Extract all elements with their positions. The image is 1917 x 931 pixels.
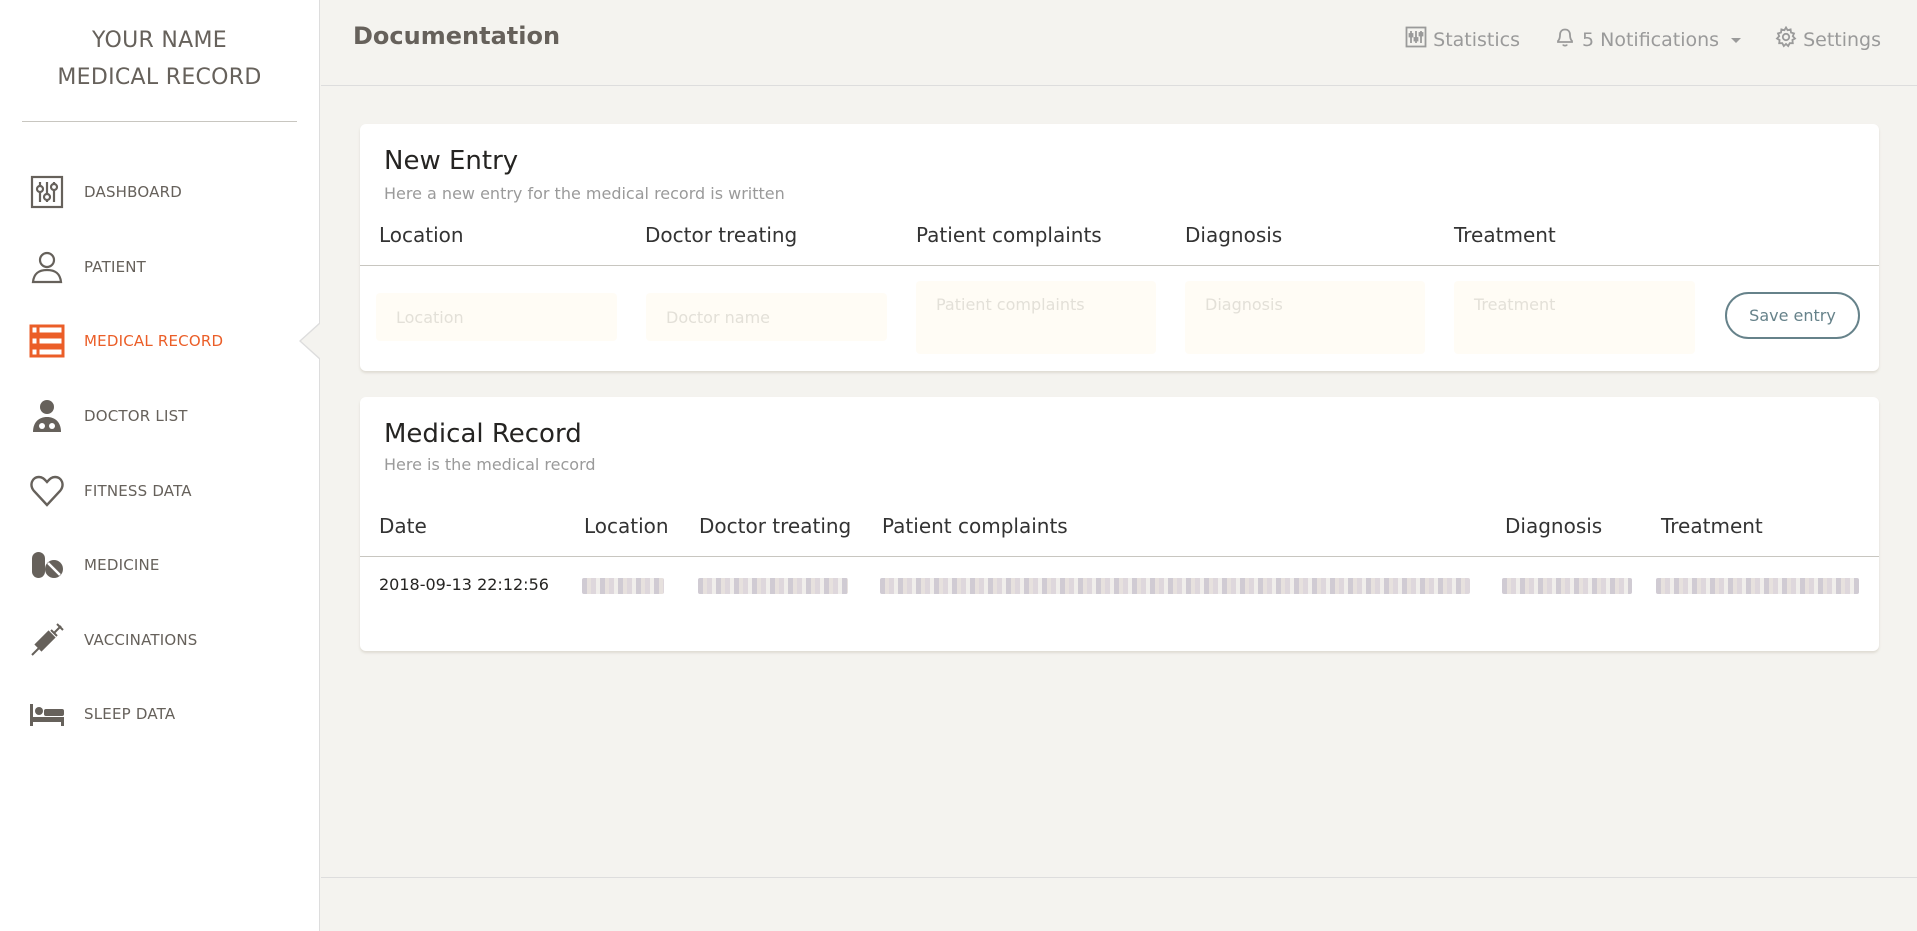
notifications-label: 5 Notifications xyxy=(1582,28,1720,51)
location-input[interactable] xyxy=(376,293,617,341)
chevron-down-icon xyxy=(1731,38,1742,43)
save-entry-button[interactable]: Save entry xyxy=(1725,292,1860,339)
column-header-treatment: Treatment xyxy=(1661,514,1763,538)
medical-record-card: Medical Record Here is the medical recor… xyxy=(360,397,1879,651)
user-icon xyxy=(28,248,66,286)
divider xyxy=(360,556,1879,557)
diagnosis-textarea[interactable] xyxy=(1185,281,1425,354)
column-header-complaints: Patient complaints xyxy=(916,223,1102,247)
list-icon xyxy=(28,322,66,360)
column-header-doctor: Doctor treating xyxy=(645,223,798,247)
divider xyxy=(360,265,1879,266)
sidebar-item-medicine[interactable]: MEDICINE xyxy=(0,528,320,603)
column-header-location: Location xyxy=(584,514,669,538)
sidebar-item-fitness-data[interactable]: FITNESS DATA xyxy=(0,453,320,528)
sidebar-item-label: DASHBOARD xyxy=(84,183,182,202)
new-entry-subtitle: Here a new entry for the medical record … xyxy=(384,184,785,203)
sidebar-item-label: SLEEP DATA xyxy=(84,705,176,724)
syringe-icon xyxy=(28,621,66,659)
page-title[interactable]: Documentation xyxy=(353,22,560,50)
sidebar-item-label: MEDICINE xyxy=(84,556,160,575)
settings-label: Settings xyxy=(1803,28,1881,51)
patient-complaints-textarea[interactable] xyxy=(916,281,1156,354)
sidebar-nav: DASHBOARD PATIENT MEDICAL RECORD DOCTOR … xyxy=(0,155,321,752)
column-header-date: Date xyxy=(379,514,427,538)
statistics-link[interactable]: Statistics xyxy=(1405,26,1520,53)
new-entry-card: New Entry Here a new entry for the medic… xyxy=(360,124,1879,371)
heart-icon xyxy=(28,472,66,510)
column-header-doctor: Doctor treating xyxy=(699,514,852,538)
statistics-icon xyxy=(1405,26,1427,53)
sidebar-item-doctor-list[interactable]: DOCTOR LIST xyxy=(0,379,320,454)
sidebar-item-label: MEDICAL RECORD xyxy=(84,332,224,351)
sidebar-item-dashboard[interactable]: DASHBOARD xyxy=(0,155,320,230)
top-navbar: Documentation Statistics 5 Notifications… xyxy=(321,0,1917,86)
bed-icon xyxy=(28,695,66,733)
column-header-complaints: Patient complaints xyxy=(882,514,1068,538)
redacted-location xyxy=(582,578,664,594)
sidebar: YOUR NAME MEDICAL RECORD DASHBOARD PATIE… xyxy=(0,0,321,931)
medical-record-title: Medical Record xyxy=(384,419,582,449)
sidebar-logo[interactable]: YOUR NAME MEDICAL RECORD xyxy=(22,0,297,122)
footer-divider xyxy=(321,877,1917,878)
bell-icon xyxy=(1554,26,1576,53)
cell-date: 2018-09-13 22:12:56 xyxy=(379,575,549,594)
logo-line-1: YOUR NAME xyxy=(91,28,228,53)
settings-link[interactable]: Settings xyxy=(1775,25,1881,53)
medical-record-subtitle: Here is the medical record xyxy=(384,455,596,474)
redacted-diagnosis xyxy=(1502,578,1632,594)
redacted-treatment xyxy=(1656,578,1859,594)
sidebar-item-patient[interactable]: PATIENT xyxy=(0,230,320,305)
sidebar-item-vaccinations[interactable]: VACCINATIONS xyxy=(0,603,320,678)
redacted-doctor xyxy=(698,578,848,594)
sidebar-item-label: DOCTOR LIST xyxy=(84,407,188,426)
new-entry-title: New Entry xyxy=(384,146,519,176)
column-header-diagnosis: Diagnosis xyxy=(1505,514,1603,538)
statistics-label: Statistics xyxy=(1433,28,1521,51)
sliders-icon xyxy=(28,173,66,211)
logo-line-2: MEDICAL RECORD xyxy=(57,65,262,90)
column-header-diagnosis: Diagnosis xyxy=(1185,223,1283,247)
redacted-complaints xyxy=(880,578,1470,594)
column-header-location: Location xyxy=(379,223,464,247)
sidebar-item-label: VACCINATIONS xyxy=(84,630,198,649)
doctor-icon xyxy=(28,397,66,435)
sidebar-item-sleep-data[interactable]: SLEEP DATA xyxy=(0,677,320,752)
active-indicator xyxy=(301,323,321,360)
column-header-treatment: Treatment xyxy=(1454,223,1556,247)
top-nav-links: Statistics 5 Notifications Settings xyxy=(1405,25,1881,53)
gear-icon xyxy=(1775,25,1797,53)
sidebar-item-medical-record[interactable]: MEDICAL RECORD xyxy=(0,304,321,379)
treatment-textarea[interactable] xyxy=(1454,281,1695,354)
pill-icon xyxy=(28,546,66,584)
sidebar-item-label: PATIENT xyxy=(84,257,147,276)
doctor-name-input[interactable] xyxy=(646,293,887,341)
notifications-dropdown[interactable]: 5 Notifications xyxy=(1554,26,1742,53)
sidebar-item-label: FITNESS DATA xyxy=(84,481,192,500)
